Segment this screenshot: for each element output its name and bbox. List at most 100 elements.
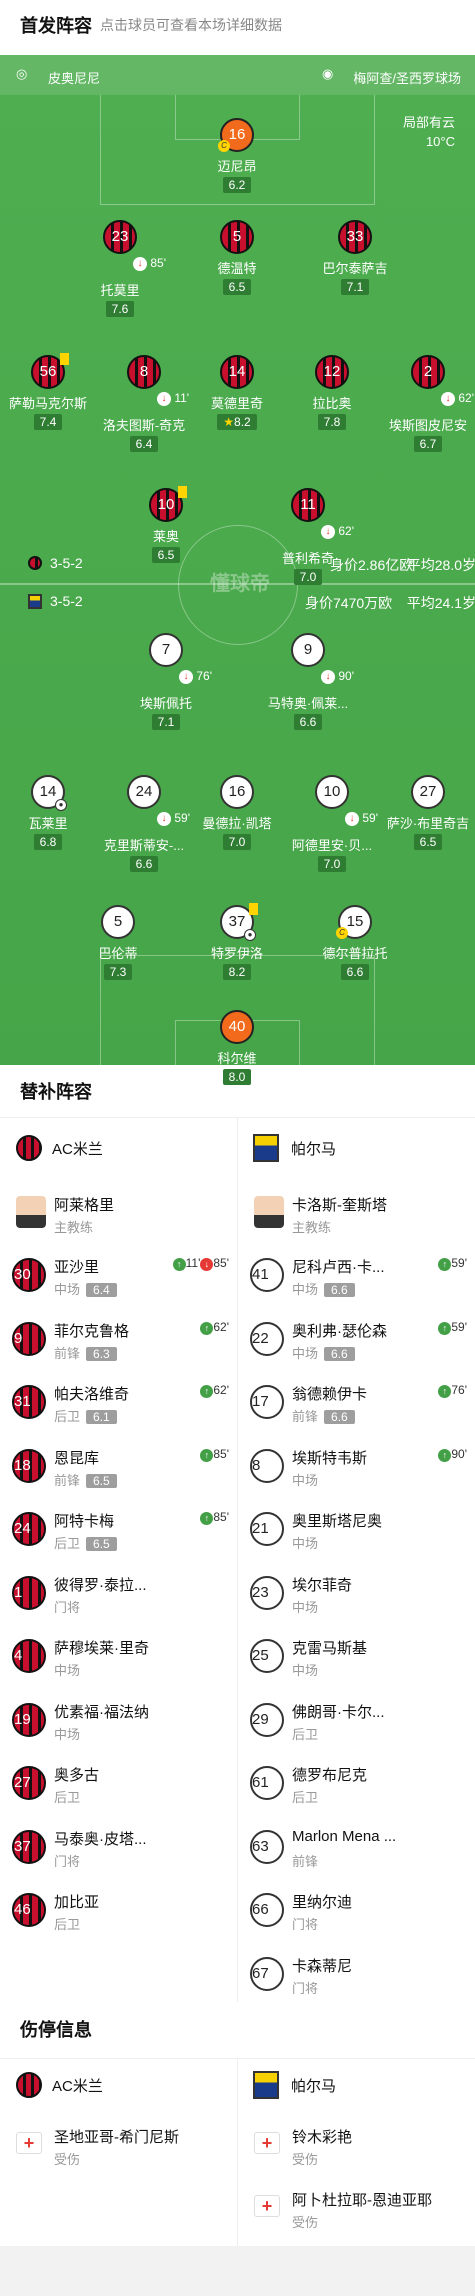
- pitch-player[interactable]: 33 巴尔泰萨吉 7.1: [290, 220, 420, 296]
- player-position: 门将: [292, 1914, 318, 1933]
- rating-value: 8.2: [234, 415, 251, 429]
- sub-player-row[interactable]: 18 恩昆库 前锋 6.5 ↑ 85': [0, 1433, 237, 1495]
- pitch-player[interactable]: 11↓ 62' 普利希奇 7.0: [243, 488, 373, 586]
- player-name: 特罗伊洛: [210, 946, 263, 961]
- away-formation: 3-5-2: [50, 593, 83, 609]
- pitch-player[interactable]: 16 C 迈尼昂 6.2: [172, 118, 302, 194]
- sub-player-row[interactable]: 30 亚沙里 中场 6.4 ↑ 11' ↓ 85': [0, 1242, 237, 1304]
- rating-value: 8.0: [228, 1070, 246, 1084]
- sub-player-row[interactable]: 21 奥里斯塔尼奥 中场: [238, 1496, 475, 1558]
- sub-player-row[interactable]: 37 马泰奥·皮塔... 门将: [0, 1814, 237, 1876]
- sub-event: ↑ 85': [200, 1447, 229, 1462]
- away-badge-icon: [253, 1134, 279, 1162]
- player-name: 奥多古: [54, 1767, 100, 1784]
- player-name: Marlon Mena ...: [292, 1827, 397, 1845]
- pitch-player[interactable]: 10 莱奥 6.5: [101, 486, 231, 564]
- sub-in-icon: ↑: [200, 1512, 214, 1525]
- player-rating: 6.5: [151, 547, 181, 563]
- player-name: 普利希奇: [281, 551, 334, 566]
- position-text: 中场: [292, 1282, 319, 1297]
- home-age: 平均28.0岁: [406, 557, 475, 573]
- away-age: 平均24.1岁: [406, 595, 475, 611]
- sub-event: ↓ 62': [441, 391, 474, 406]
- player-number: 61: [250, 1766, 284, 1800]
- player-name: 翁德赖伊卡: [292, 1386, 368, 1403]
- sub-out-icon: ↓: [133, 257, 147, 271]
- sub-out-icon: ↓: [157, 812, 171, 826]
- sub-player-row[interactable]: 23 埃尔菲奇 中场: [238, 1560, 475, 1622]
- position-text: 前锋: [292, 1409, 319, 1424]
- player-position: 门将: [292, 1978, 318, 1997]
- sub-player-row[interactable]: 29 佛朗哥·卡尔... 后卫: [238, 1687, 475, 1749]
- player-name: 科尔维: [217, 1051, 257, 1066]
- sub-player-row[interactable]: 31 帕夫洛维奇 后卫 6.1 ↑ 62': [0, 1369, 237, 1431]
- subs-home-team-name: AC米兰: [52, 1140, 103, 1158]
- pitch-player[interactable]: 5 巴伦蒂 7.3: [53, 905, 183, 981]
- referee-name: 皮奥尼尼: [48, 71, 101, 86]
- sub-out-icon: ↓: [321, 525, 335, 539]
- injury-row[interactable]: 圣地亚哥-希门尼斯受伤: [0, 2112, 237, 2174]
- away-coach[interactable]: 卡洛斯-奎斯塔 主教练: [238, 1180, 475, 1242]
- player-rating: 8.2: [222, 964, 252, 980]
- sub-player-row[interactable]: 8 埃斯特韦斯 中场 ↑ 90': [238, 1433, 475, 1495]
- sub-player-row[interactable]: 66 里纳尔迪 门将: [238, 1877, 475, 1939]
- player-number: 9: [12, 1321, 46, 1356]
- player-rating: 7.3: [103, 964, 133, 980]
- sub-player-row[interactable]: 24 阿特卡梅 后卫 6.5 ↑ 85': [0, 1496, 237, 1558]
- pitch-player[interactable]: 7↓ 76' 埃斯佩托 7.1: [101, 633, 231, 731]
- player-name: 奥利弗·瑟伦森: [292, 1322, 387, 1340]
- away-value: 身价7470万欧: [305, 595, 393, 611]
- sub-player-row[interactable]: 17 翁德赖伊卡 前锋 6.6 ↑ 76': [238, 1369, 475, 1431]
- rating-value: 7.1: [157, 715, 175, 729]
- player-number: 27: [12, 1766, 46, 1800]
- sub-player-row[interactable]: 1 彼得罗·泰拉... 门将: [0, 1560, 237, 1622]
- injury-away-team: 帕尔马: [253, 2071, 336, 2099]
- player-rating: 6.5: [222, 279, 252, 295]
- player-number: 19: [12, 1702, 46, 1737]
- injury-row[interactable]: 阿卜杜拉耶-恩迪亚耶受伤: [238, 2175, 475, 2237]
- sub-player-row[interactable]: 61 德罗布尼克 后卫: [238, 1750, 475, 1812]
- player-number: 46: [12, 1893, 46, 1927]
- pitch-player[interactable]: 5 德温特 6.5: [172, 220, 302, 296]
- sub-in-icon: ↑: [172, 1258, 186, 1271]
- subs-home-team: AC米兰: [16, 1135, 103, 1161]
- pitch-player[interactable]: 23↓ 85' 托莫里 7.6: [55, 220, 185, 318]
- player-rating: 6.4: [129, 436, 159, 452]
- sub-player-row[interactable]: 67 卡森蒂尼 门将: [238, 1941, 475, 2003]
- sub-in-icon: ↑: [200, 1321, 214, 1335]
- player-name: 亚沙里: [54, 1259, 100, 1276]
- player-name: 菲尔克鲁格: [54, 1322, 130, 1340]
- sub-player-row[interactable]: 19 优素福·福法纳 中场: [0, 1687, 237, 1749]
- pitch-player[interactable]: 37 ● 特罗伊洛 8.2: [172, 903, 302, 981]
- sub-player-row[interactable]: 46 加比亚 后卫: [0, 1877, 237, 1939]
- pitch-player[interactable]: 2↓ 62' 埃斯图皮尼安 6.7: [363, 355, 475, 453]
- sub-player-row[interactable]: 41 尼科卢西·卡... 中场 6.6 ↑ 59': [238, 1242, 475, 1304]
- sub-player-row[interactable]: 25 克雷马斯基 中场: [238, 1623, 475, 1685]
- pitch-player[interactable]: 27 萨沙·布里奇吉 6.5: [363, 775, 475, 851]
- sub-event: ↑ 59': [438, 1256, 467, 1271]
- player-number: 10↓ 59': [315, 775, 378, 826]
- pitch-player[interactable]: 15 C 德尔普拉托 6.6: [290, 905, 420, 981]
- player-position: 中场 6.4: [54, 1279, 117, 1298]
- injury-row[interactable]: 铃木彩艳受伤: [238, 2112, 475, 2174]
- sub-player-row[interactable]: 4 萨穆埃莱·里奇 中场: [0, 1623, 237, 1685]
- player-name: 恩昆库: [54, 1449, 100, 1467]
- sub-in-time: 85': [213, 1446, 229, 1461]
- captain-icon: C: [336, 927, 348, 939]
- sub-player-row[interactable]: 22 奥利弗·瑟伦森 中场 6.6 ↑ 59': [238, 1306, 475, 1368]
- weather: 局部有云 10°C: [403, 113, 455, 151]
- player-rating: ★8.2: [217, 414, 257, 430]
- player-number: 10: [149, 486, 187, 522]
- pitch-player[interactable]: 40 科尔维 8.0: [172, 1010, 302, 1086]
- home-coach[interactable]: 阿莱格里 主教练: [0, 1180, 237, 1242]
- rating-value: 6.5: [419, 835, 437, 849]
- sub-player-row[interactable]: 63 Marlon Mena ... 前锋: [238, 1814, 475, 1876]
- sub-player-row[interactable]: 27 奥多古 后卫: [0, 1750, 237, 1812]
- rating-value: 6.6: [299, 715, 317, 729]
- pitch-player[interactable]: 9↓ 90' 马特奥·佩莱... 6.6: [243, 633, 373, 731]
- sub-time: 90': [338, 669, 354, 683]
- player-rating: 7.4: [33, 414, 63, 430]
- sub-event: ↑ 62': [200, 1320, 229, 1335]
- sub-player-row[interactable]: 9 菲尔克鲁格 前锋 6.3 ↑ 62': [0, 1306, 237, 1368]
- sub-out-icon: ↓: [321, 670, 335, 684]
